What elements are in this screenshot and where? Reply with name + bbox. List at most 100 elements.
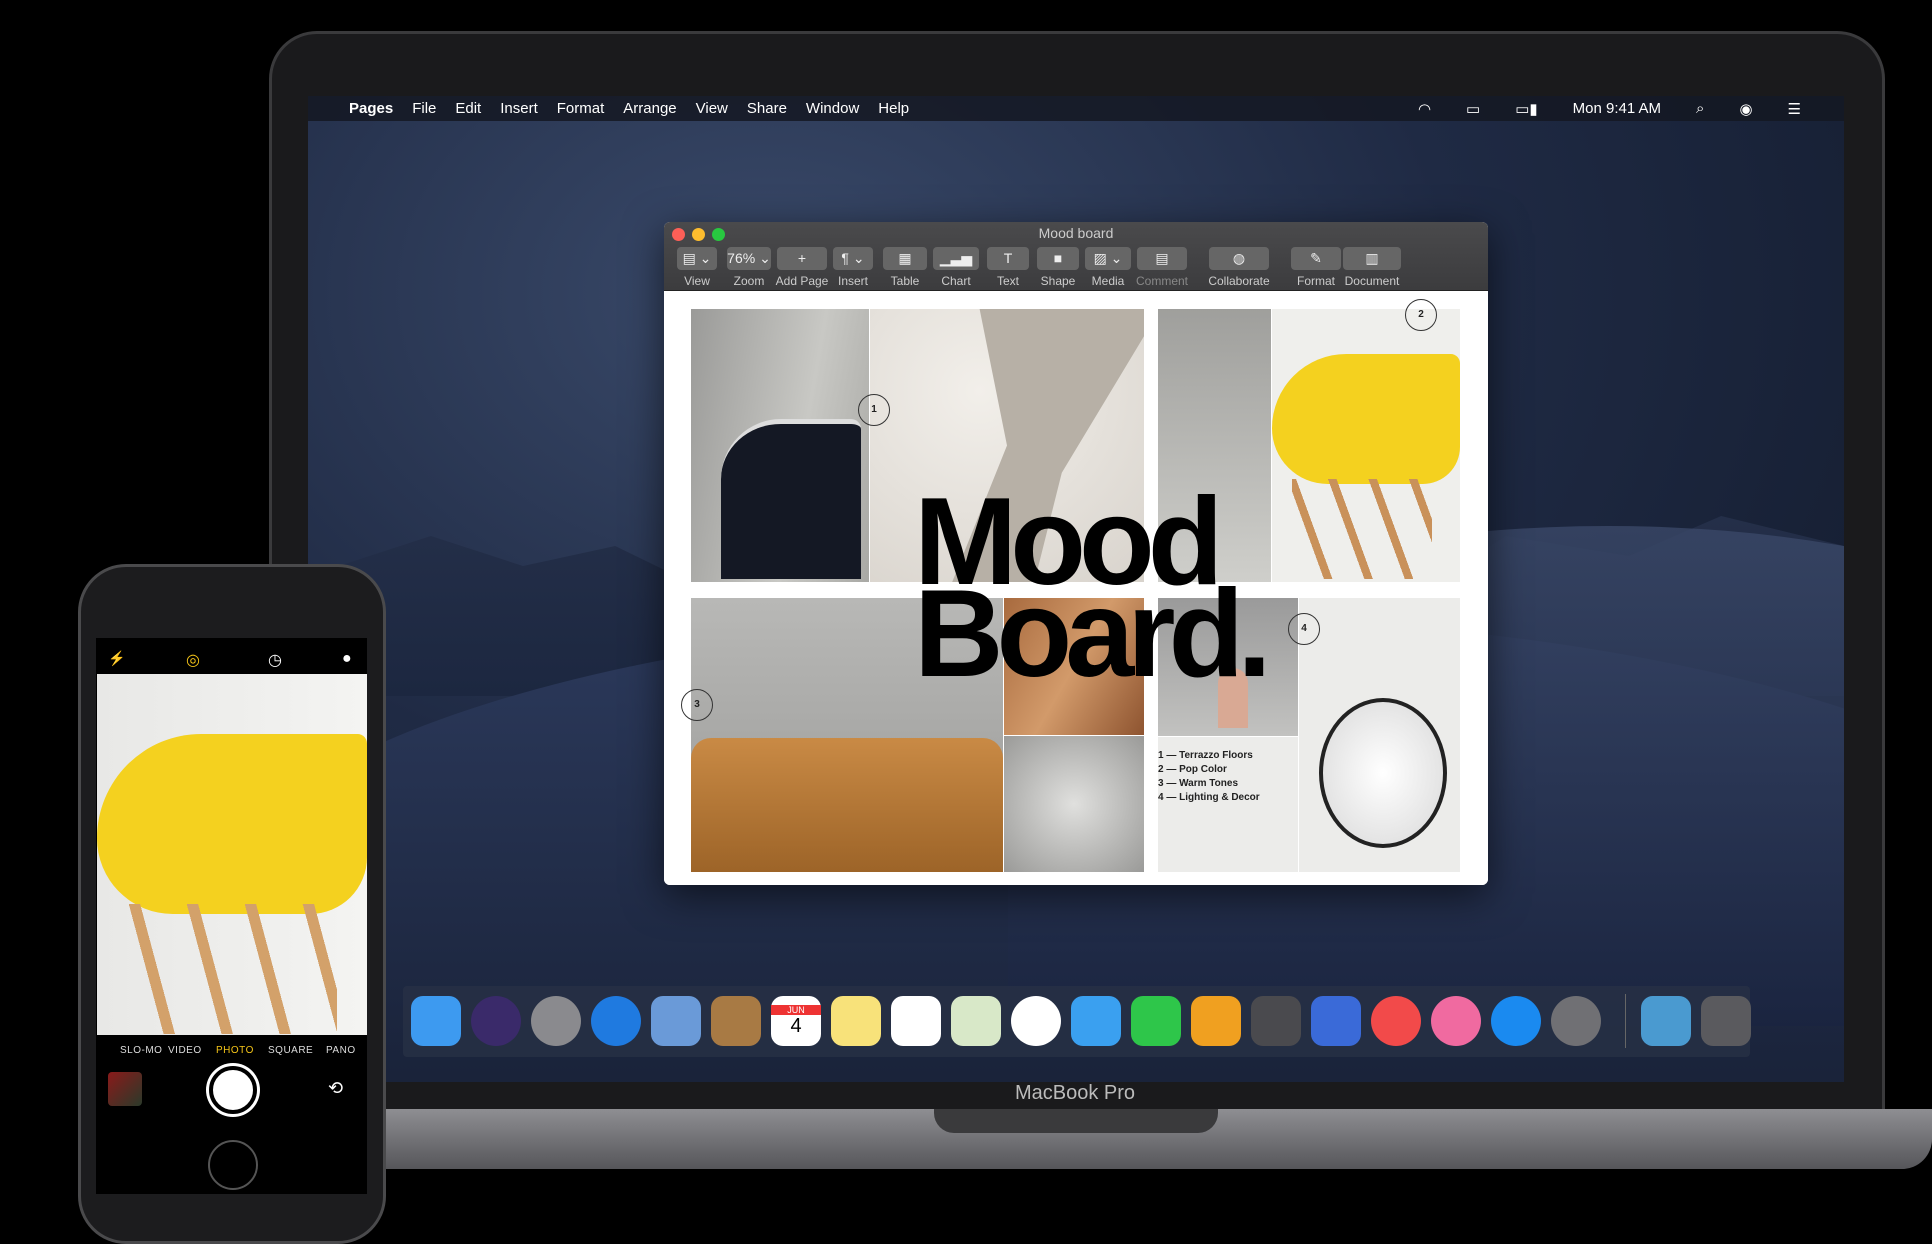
dock-finder-icon[interactable]	[411, 996, 461, 1046]
legend-item: 2 — Pop Color	[1158, 764, 1227, 775]
toolbar-media-button[interactable]: ▨ ⌄ Media	[1080, 247, 1136, 288]
toolbar-label: Chart	[941, 274, 971, 288]
marker-2: 2	[1405, 299, 1437, 331]
dock-siri-icon[interactable]	[471, 996, 521, 1046]
camera-mode-video[interactable]: VIDEO	[168, 1045, 202, 1056]
toolbar-icon: ▦	[883, 247, 927, 270]
toolbar-icon: ▨ ⌄	[1085, 247, 1131, 270]
legend-item: 4 — Lighting & Decor	[1158, 792, 1260, 803]
flash-icon[interactable]: ⚡	[108, 650, 125, 667]
toolbar-icon: ▥	[1343, 247, 1401, 270]
menu-insert[interactable]: Insert	[500, 100, 538, 117]
dock-notes-icon[interactable]	[831, 996, 881, 1046]
toolbar-label: Shape	[1040, 274, 1076, 288]
toolbar-icon: +	[777, 247, 827, 270]
calendar-day: 4	[790, 1014, 802, 1037]
menu-view[interactable]: View	[696, 100, 728, 117]
photo-thumbnail[interactable]	[108, 1072, 142, 1106]
menu-format[interactable]: Format	[557, 100, 605, 117]
home-button[interactable]	[208, 1140, 258, 1190]
menu-bar: Pages File Edit Insert Format Arrange Vi…	[308, 96, 1844, 121]
dock-facetime-icon[interactable]	[1131, 996, 1181, 1046]
dock-messages-icon[interactable]	[1071, 996, 1121, 1046]
dock-app-store-icon[interactable]	[1491, 996, 1541, 1046]
window-title: Mood board	[1038, 225, 1114, 241]
shutter-button[interactable]	[209, 1066, 257, 1114]
dock-itunes-icon[interactable]	[1431, 996, 1481, 1046]
camera-mode-square[interactable]: SQUARE	[268, 1045, 313, 1056]
document-page: Mood Board. 1 2 3 4 1 — Terrazzo Floors 2…	[664, 291, 1488, 885]
image-black-chair[interactable]	[691, 309, 869, 582]
toolbar-zoom-button[interactable]: 76% ⌄ Zoom	[722, 247, 776, 288]
marker-4: 4	[1288, 613, 1320, 645]
menu-arrange[interactable]: Arrange	[623, 100, 676, 117]
menu-share[interactable]: Share	[747, 100, 787, 117]
wifi-icon[interactable]: ◠	[1418, 100, 1431, 118]
switch-camera-icon[interactable]: ⟲	[328, 1078, 343, 1099]
toolbar-comment-button[interactable]: ▤ Comment	[1132, 247, 1192, 288]
live-photo-icon[interactable]: ◎	[186, 650, 200, 670]
siri-icon[interactable]: ◉	[1739, 100, 1752, 118]
dock-safari-icon[interactable]	[591, 996, 641, 1046]
clock[interactable]: Mon 9:41 AM	[1573, 100, 1661, 117]
menu-help[interactable]: Help	[878, 100, 909, 117]
document-title[interactable]: Mood Board.	[914, 480, 1272, 696]
desktop: Pages File Edit Insert Format Arrange Vi…	[308, 96, 1844, 1082]
menu-file[interactable]: File	[412, 100, 436, 117]
toolbar-document-button[interactable]: ▥ Document	[1338, 247, 1406, 288]
dock-downloads-icon[interactable]	[1641, 996, 1691, 1046]
marker-3: 3	[681, 689, 713, 721]
image-round-mirror[interactable]	[1299, 598, 1460, 872]
list-icon[interactable]: ☰	[1788, 100, 1801, 118]
dock-mail-icon[interactable]	[651, 996, 701, 1046]
toolbar-label: Text	[996, 274, 1019, 288]
dock-pages-icon[interactable]	[1191, 996, 1241, 1046]
dock-trash-icon[interactable]	[1701, 996, 1751, 1046]
toolbar-insert-button[interactable]: ¶ ⌄ Insert	[828, 247, 878, 288]
toolbar-add-page-button[interactable]: + Add Page	[772, 247, 832, 288]
toolbar-icon: T	[987, 247, 1029, 270]
toolbar-view-button[interactable]: ▤ ⌄ View	[672, 247, 722, 288]
toolbar-label: Document	[1344, 274, 1400, 288]
dock-launchpad-icon[interactable]	[531, 996, 581, 1046]
toolbar-label: Table	[890, 274, 920, 288]
dock-reminders-icon[interactable]	[891, 996, 941, 1046]
dock-maps-icon[interactable]	[951, 996, 1001, 1046]
dock-news-icon[interactable]	[1371, 996, 1421, 1046]
toolbar-chart-button[interactable]: ▁▃▅ Chart	[928, 247, 984, 288]
camera-mode-slo-mo[interactable]: SLO-MO	[120, 1045, 162, 1056]
search-icon[interactable]: ⌕	[1696, 100, 1704, 117]
dock-numbers-icon[interactable]	[1251, 996, 1301, 1046]
toolbar-label: Format	[1296, 274, 1335, 288]
toolbar-shape-button[interactable]: ■ Shape	[1032, 247, 1084, 288]
calendar-month: JUN	[771, 1004, 821, 1015]
dock-keynote-icon[interactable]	[1311, 996, 1361, 1046]
image-yellow-chair[interactable]	[1272, 309, 1460, 582]
marker-1: 1	[858, 394, 890, 426]
camera-mode-photo[interactable]: PHOTO	[216, 1045, 254, 1056]
dock-calendar-icon[interactable]: JUN 4	[771, 996, 821, 1046]
camera-viewfinder[interactable]	[97, 674, 367, 1035]
image-fur[interactable]	[1004, 736, 1144, 872]
toolbar-label: Zoom	[733, 274, 765, 288]
toolbar-icon: ▤	[1137, 247, 1187, 270]
battery-icon[interactable]: ▭▮	[1515, 100, 1537, 118]
filters-icon[interactable]: ●	[342, 650, 352, 668]
dock-contacts-icon[interactable]	[711, 996, 761, 1046]
dock-photos-icon[interactable]	[1011, 996, 1061, 1046]
menu-window[interactable]: Window	[806, 100, 859, 117]
camera-mode-pano[interactable]: PANO	[326, 1045, 356, 1056]
airplay-icon[interactable]: ▭	[1466, 100, 1480, 118]
dock-separator	[1625, 994, 1626, 1048]
timer-icon[interactable]: ◷	[268, 650, 282, 670]
toolbar-table-button[interactable]: ▦ Table	[878, 247, 932, 288]
menu-app-name[interactable]: Pages	[349, 100, 393, 117]
toolbar-label: Insert	[837, 274, 868, 288]
toolbar-text-button[interactable]: T Text	[982, 247, 1034, 288]
toolbar-collaborate-button[interactable]: ◍ Collaborate	[1204, 247, 1274, 288]
dock-system-preferences-icon[interactable]	[1551, 996, 1601, 1046]
toolbar-icon: ◍	[1209, 247, 1269, 270]
toolbar-label: Collaborate	[1208, 274, 1270, 288]
menu-edit[interactable]: Edit	[455, 100, 481, 117]
toolbar-format-button[interactable]: ✎ Format	[1286, 247, 1346, 288]
